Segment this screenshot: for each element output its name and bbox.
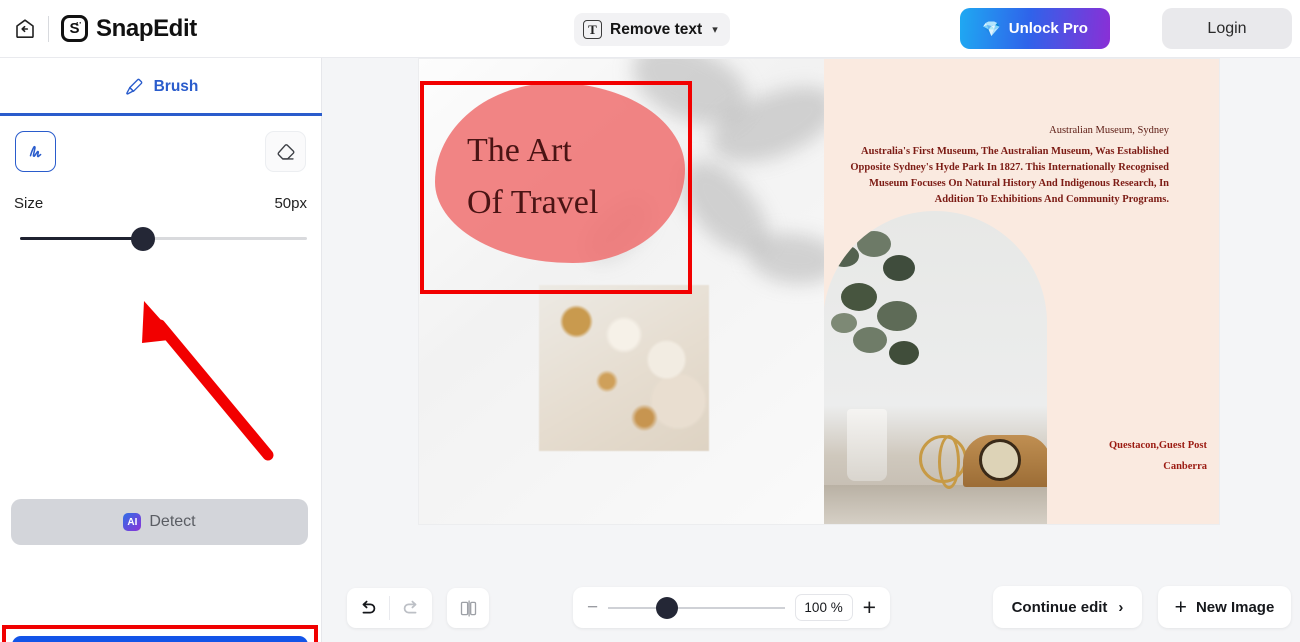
back-home-button[interactable]	[12, 16, 38, 42]
leaf-2	[857, 231, 891, 257]
header-divider	[48, 15, 49, 42]
size-label: Size	[14, 195, 44, 212]
leaf-4	[841, 283, 877, 311]
snapedit-mark-icon: S ··	[61, 15, 88, 42]
detect-button[interactable]: AI Detect	[11, 499, 308, 545]
leaf-5	[877, 301, 917, 331]
detect-label: Detect	[149, 513, 196, 530]
history-controls	[347, 588, 432, 628]
document-left-page: The Art Of Travel	[419, 59, 824, 524]
right-page-heading: Australian Museum, Sydney	[1049, 125, 1169, 136]
eraser-tool-button[interactable]	[265, 131, 306, 172]
text-tool-icon: T	[583, 20, 602, 39]
photo-shelf	[824, 485, 1047, 524]
right-page-footer-line1: Questacon,Guest Post	[1109, 440, 1207, 451]
chevron-down-icon: ▾	[712, 24, 718, 36]
mode-selector[interactable]: T Remove text ▾	[574, 13, 730, 46]
leaf-3	[883, 255, 915, 281]
right-page-body: Australia's First Museum, The Australian…	[850, 145, 1169, 205]
brand-logo[interactable]: S ·· SnapEdit	[61, 15, 197, 43]
gem-icon: 💎	[982, 20, 1001, 38]
right-page-footer: Questacon,Guest Post Canberra	[1109, 435, 1207, 477]
editor-canvas[interactable]: The Art Of Travel Australian Museum, Syd…	[322, 58, 1300, 642]
plus-icon: +	[1174, 595, 1187, 619]
remove-button[interactable]: Remove	[12, 636, 308, 642]
zoom-out-button[interactable]: −	[587, 598, 598, 617]
brush-size-row: Size 50px	[0, 172, 321, 212]
top-bar: S ·· SnapEdit T Remove text ▾ 💎 Unlock P…	[0, 0, 1300, 58]
mode-label: Remove text	[610, 20, 703, 38]
ai-badge-icon: AI	[123, 513, 142, 531]
undo-button[interactable]	[347, 588, 389, 628]
tab-active-underline	[0, 113, 322, 116]
mantel-clock	[963, 435, 1047, 487]
brand-mark-dots: ··	[76, 18, 82, 28]
zoom-slider-handle[interactable]	[656, 596, 679, 619]
vase-clock-arch-photo	[824, 211, 1047, 524]
red-pointer-arrow	[142, 301, 274, 461]
size-value: 50px	[274, 195, 307, 212]
new-image-label: New Image	[1195, 598, 1275, 616]
unlock-pro-label: Unlock Pro	[1008, 20, 1088, 37]
dried-flowers-photo	[539, 285, 709, 451]
zoom-controls: − 100 % +	[573, 587, 890, 628]
armillary-sphere-ornament	[919, 435, 967, 489]
slider-handle[interactable]	[131, 227, 155, 251]
left-tool-panel: Brush Size 50px AI Detect	[0, 58, 322, 642]
zoom-percent-value[interactable]: 100 %	[794, 594, 853, 621]
leaf-7	[889, 341, 919, 365]
leaf-1	[829, 245, 859, 267]
undo-arrow-icon	[362, 600, 376, 614]
selection-annotation-box	[420, 81, 692, 294]
compare-split-icon	[460, 599, 476, 617]
zoom-slider-track	[608, 606, 785, 609]
compare-button[interactable]	[447, 588, 489, 628]
unlock-pro-button[interactable]: 💎 Unlock Pro	[960, 8, 1110, 49]
continue-edit-label: Continue edit	[1011, 598, 1108, 616]
login-button[interactable]: Login	[1162, 8, 1292, 49]
redo-button[interactable]	[390, 588, 432, 628]
document-right-page: Australian Museum, Sydney Australia's Fi…	[824, 59, 1219, 524]
leaf-8	[831, 313, 857, 333]
leaf-6	[853, 327, 887, 353]
chevron-right-icon: ›	[1118, 598, 1124, 616]
text-tool-letter: T	[588, 21, 597, 37]
right-page-text: Australian Museum, Sydney Australia's Fi…	[834, 123, 1169, 208]
brush-size-slider[interactable]	[20, 227, 307, 251]
zoom-in-button[interactable]: +	[863, 596, 876, 619]
home-back-icon	[16, 18, 34, 38]
new-image-button[interactable]: + New Image	[1158, 586, 1291, 628]
zoom-slider[interactable]	[608, 596, 785, 619]
brand-name: SnapEdit	[96, 14, 197, 42]
slider-fill	[20, 237, 142, 240]
clock-face	[979, 439, 1021, 481]
tool-tabs: Brush	[0, 58, 322, 116]
eraser-icon	[277, 143, 294, 160]
right-page-footer-line2: Canberra	[1163, 461, 1207, 472]
snapedit-app: S ·· SnapEdit T Remove text ▾ 💎 Unlock P…	[0, 0, 1300, 642]
glass-vase	[847, 409, 887, 481]
brush-icon	[125, 78, 142, 95]
continue-edit-button[interactable]: Continue edit ›	[993, 586, 1142, 628]
redo-arrow-icon	[403, 600, 417, 614]
brush-stroke-icon	[29, 145, 41, 157]
tab-brush[interactable]: Brush	[123, 76, 199, 98]
brush-tool-button[interactable]	[15, 131, 56, 172]
tool-buttons-row	[0, 116, 321, 172]
tab-brush-label: Brush	[153, 77, 199, 95]
document-image[interactable]: The Art Of Travel Australian Museum, Syd…	[419, 59, 1219, 524]
